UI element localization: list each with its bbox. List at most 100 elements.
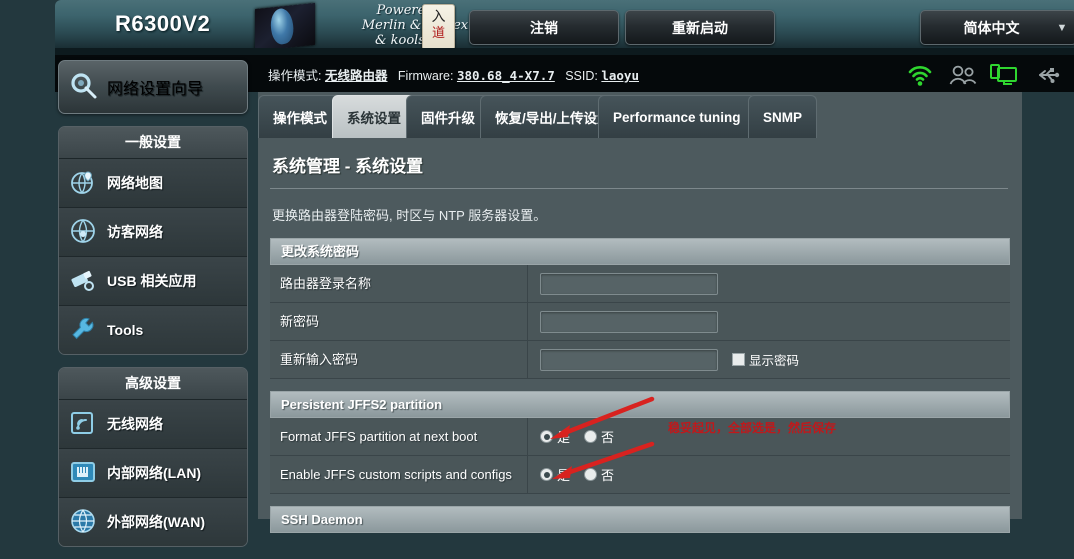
logout-button[interactable]: 注销 (469, 10, 619, 45)
status-icon-group (855, 61, 1070, 89)
sidebar-item-usb-application[interactable]: USB 相关应用 (59, 257, 247, 306)
wan-globe-icon (59, 507, 107, 538)
field-value: 是 否 (528, 456, 1010, 493)
tab-operation-mode[interactable]: 操作模式 (258, 95, 342, 138)
radio-dot-icon (540, 430, 553, 443)
field-label: Enable JFFS custom scripts and configs (270, 456, 528, 493)
tab-firmware-upgrade[interactable]: 固件升级 (406, 95, 490, 138)
tile-char-bottom: 道 (431, 25, 445, 40)
sidebar-item-label: Tools (107, 322, 144, 338)
sidebar-item-label: USB 相关应用 (107, 273, 197, 289)
page-title: 系统管理 - 系统设置 (270, 140, 1008, 189)
usb-icon[interactable] (1031, 63, 1065, 87)
lan-port-icon (59, 458, 107, 489)
wireless-icon (59, 409, 107, 440)
radio-label: 是 (557, 468, 571, 483)
tab-bar: 操作模式 系统设置 固件升级 恢复/导出/上传设置 Performance tu… (258, 95, 1022, 138)
sidebar-group-advanced: 高级设置 无线网络 内部网络(LAN) 外部网络(WAN) (58, 367, 248, 547)
checkbox-box-icon (732, 353, 745, 366)
section-title: 更改系统密码 (270, 238, 1010, 265)
radio-dot-icon (584, 430, 598, 443)
firmware-label: Firmware: (397, 69, 454, 83)
radio-dot-icon (540, 468, 553, 481)
field-value: 是 否 (528, 418, 1010, 455)
router-login-name-input[interactable] (540, 272, 718, 295)
section-persistent-jffs2: Persistent JFFS2 partition Format JFFS p… (270, 391, 1010, 494)
globe-guest-icon (59, 217, 107, 248)
field-value: 显示密码 (528, 341, 1010, 378)
sidebar-group-general: 一般设置 网络地图 访客网络 USB 相关应用 Tools (58, 126, 248, 355)
sidebar-item-tools[interactable]: Tools (59, 306, 247, 354)
row-router-login-name: 路由器登录名称 (270, 265, 1010, 303)
globe-pin-icon (59, 168, 107, 199)
section-change-password: 更改系统密码 路由器登录名称 新密码 重新输入密码 显示密码 (270, 238, 1010, 379)
router-product-image (255, 2, 315, 52)
radio-label: 否 (601, 468, 615, 483)
sidebar-item-wireless[interactable]: 无线网络 (59, 400, 247, 449)
enable-jffs-radio-group: 是 否 (540, 465, 628, 484)
ssid-label: SSID: (565, 69, 598, 83)
router-status-text: 操作模式: 无线路由器 Firmware: 380.68_4-X7.7 SSID… (268, 65, 639, 84)
radio-dot-icon (584, 468, 598, 481)
wrench-icon (59, 315, 107, 346)
field-value (528, 303, 1010, 340)
sidebar: 网络设置向导 一般设置 网络地图 访客网络 USB 相关应用 Tools 高级设… (58, 60, 248, 559)
radio-label: 否 (601, 430, 615, 445)
sidebar-item-network-map[interactable]: 网络地图 (59, 159, 247, 208)
tab-system-settings[interactable]: 系统设置 (332, 95, 416, 138)
tab-performance-tuning[interactable]: Performance tuning (598, 95, 756, 138)
new-password-input[interactable] (540, 310, 718, 333)
field-label: Format JFFS partition at next boot (270, 418, 528, 455)
ssid-value[interactable]: laoyu (601, 68, 639, 83)
sidebar-item-label: 外部网络(WAN) (107, 514, 205, 530)
language-select-label: 简体中文 (963, 19, 1020, 36)
sidebar-item-network-wizard[interactable]: 网络设置向导 (58, 60, 248, 114)
row-enable-jffs-scripts: Enable JFFS custom scripts and configs 是… (270, 456, 1010, 494)
enable-jffs-radio-yes[interactable]: 是 (540, 465, 570, 484)
chevron-down-icon: ▼ (1056, 21, 1068, 34)
wifi-icon[interactable] (905, 63, 939, 87)
router-admin-page: R6300V2 Powered by Merlin & Vortex & koo… (0, 0, 1074, 547)
sidebar-item-wan[interactable]: 外部网络(WAN) (59, 498, 247, 546)
retype-password-input[interactable] (540, 348, 718, 371)
sidebar-item-lan[interactable]: 内部网络(LAN) (59, 449, 247, 498)
sidebar-item-label: 无线网络 (107, 416, 163, 432)
operation-mode-label: 操作模式: (268, 69, 322, 83)
mahjong-tile-logo: 入 道 (422, 4, 455, 50)
tile-char-top: 入 (431, 8, 446, 24)
sidebar-group-title: 一般设置 (59, 127, 247, 159)
sidebar-item-guest-network[interactable]: 访客网络 (59, 208, 247, 257)
language-select[interactable]: 简体中文 ▼ (920, 10, 1074, 45)
sidebar-group-title: 高级设置 (59, 368, 247, 400)
show-password-checkbox[interactable]: 显示密码 (732, 350, 799, 369)
section-title: Persistent JFFS2 partition (270, 391, 1010, 418)
field-value (528, 265, 1010, 302)
radio-label: 是 (557, 430, 571, 445)
top-header-bar: R6300V2 Powered by Merlin & Vortex & koo… (55, 0, 1074, 55)
format-jffs-radio-yes[interactable]: 是 (540, 427, 570, 446)
field-label: 重新输入密码 (270, 341, 528, 378)
section-ssh-daemon: SSH Daemon (270, 506, 1010, 533)
clients-icon[interactable] (989, 63, 1023, 87)
usb-apps-icon (59, 266, 107, 297)
wizard-gear-icon (59, 70, 107, 105)
checkbox-label: 显示密码 (749, 354, 800, 368)
field-label: 路由器登录名称 (270, 265, 528, 302)
format-jffs-radio-no[interactable]: 否 (584, 427, 614, 446)
operation-mode-value[interactable]: 无线路由器 (325, 69, 388, 83)
section-title: SSH Daemon (270, 506, 1010, 533)
router-model-title: R6300V2 (115, 11, 211, 36)
reboot-button[interactable]: 重新启动 (625, 10, 775, 45)
enable-jffs-radio-no[interactable]: 否 (584, 465, 614, 484)
guests-icon[interactable] (947, 63, 981, 87)
firmware-version-value[interactable]: 380.68_4-X7.7 (457, 68, 555, 83)
tab-snmp[interactable]: SNMP (748, 95, 818, 138)
sidebar-item-label: 网络地图 (107, 175, 163, 191)
row-format-jffs-at-boot: Format JFFS partition at next boot 是 否 (270, 418, 1010, 456)
row-new-password: 新密码 (270, 303, 1010, 341)
settings-panel: 系统管理 - 系统设置 更换路由器登陆密码, 时区与 NTP 服务器设置。 更改… (270, 140, 1010, 533)
sidebar-item-label: 内部网络(LAN) (107, 465, 202, 481)
sidebar-item-label: 网络设置向导 (107, 81, 204, 98)
